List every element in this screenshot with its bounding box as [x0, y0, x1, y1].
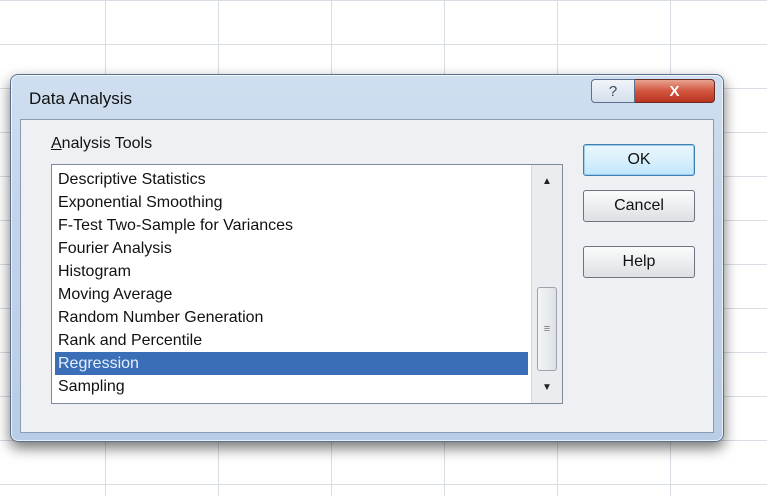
analysis-tools-listbox[interactable]: Descriptive Statistics Exponential Smoot… — [51, 164, 563, 404]
help-button[interactable]: Help — [583, 246, 695, 278]
list-item-regression-selected[interactable]: Regression — [55, 352, 528, 375]
scroll-thumb[interactable]: ≡ — [537, 287, 557, 371]
ok-button[interactable]: OK — [583, 144, 695, 176]
cancel-button[interactable]: Cancel — [583, 190, 695, 222]
title-bar-controls: ? X — [591, 79, 715, 103]
analysis-tools-label-accelerator: A — [51, 135, 62, 152]
title-close-button[interactable]: X — [635, 79, 715, 103]
analysis-tools-label: Analysis Tools — [51, 135, 152, 153]
analysis-tools-list: Descriptive Statistics Exponential Smoot… — [55, 168, 528, 398]
list-item-f-test[interactable]: F-Test Two-Sample for Variances — [55, 214, 528, 237]
dialog-title: Data Analysis — [29, 89, 132, 108]
title-help-button[interactable]: ? — [591, 79, 635, 103]
scroll-up-arrow-icon[interactable]: ▲ — [532, 169, 562, 193]
close-icon: X — [669, 82, 680, 100]
scroll-down-arrow-icon[interactable]: ▼ — [532, 375, 562, 399]
list-item-rank-and-percentile[interactable]: Rank and Percentile — [55, 329, 528, 352]
list-item-histogram[interactable]: Histogram — [55, 260, 528, 283]
list-item-fourier-analysis[interactable]: Fourier Analysis — [55, 237, 528, 260]
listbox-vertical-scrollbar[interactable]: ▲ ≡ ▼ — [531, 165, 562, 403]
question-mark-icon: ? — [608, 82, 618, 100]
grip-icon: ≡ — [543, 323, 551, 335]
list-item-random-number-generation[interactable]: Random Number Generation — [55, 306, 528, 329]
dialog-client-area: Analysis Tools Descriptive Statistics Ex… — [20, 119, 714, 433]
list-item-descriptive-statistics[interactable]: Descriptive Statistics — [55, 168, 528, 191]
list-item-sampling[interactable]: Sampling — [55, 375, 528, 398]
analysis-tools-label-rest: nalysis Tools — [61, 135, 153, 152]
list-item-moving-average[interactable]: Moving Average — [55, 283, 528, 306]
data-analysis-dialog: Data Analysis ? X Analysis Tools Descrip… — [10, 74, 724, 442]
list-item-exponential-smoothing[interactable]: Exponential Smoothing — [55, 191, 528, 214]
